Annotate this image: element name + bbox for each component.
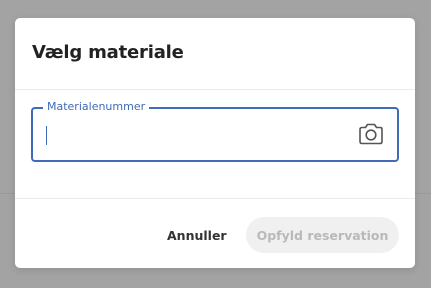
dialog-footer: Annuller Opfyld reservation <box>15 199 415 268</box>
material-number-input[interactable] <box>45 119 335 147</box>
cancel-button[interactable]: Annuller <box>161 217 233 253</box>
text-cursor <box>46 126 47 145</box>
select-material-dialog: Vælg materiale Materialenummer Annuller … <box>15 18 415 268</box>
dialog-body: Materialenummer <box>15 90 415 199</box>
material-number-field[interactable]: Materialenummer <box>31 100 399 162</box>
dialog-title: Vælg materiale <box>32 41 184 63</box>
camera-icon[interactable] <box>357 122 385 146</box>
material-number-label: Materialenummer <box>43 100 150 114</box>
fulfill-reservation-button[interactable]: Opfyld reservation <box>246 217 399 253</box>
dialog-header: Vælg materiale <box>15 18 415 90</box>
